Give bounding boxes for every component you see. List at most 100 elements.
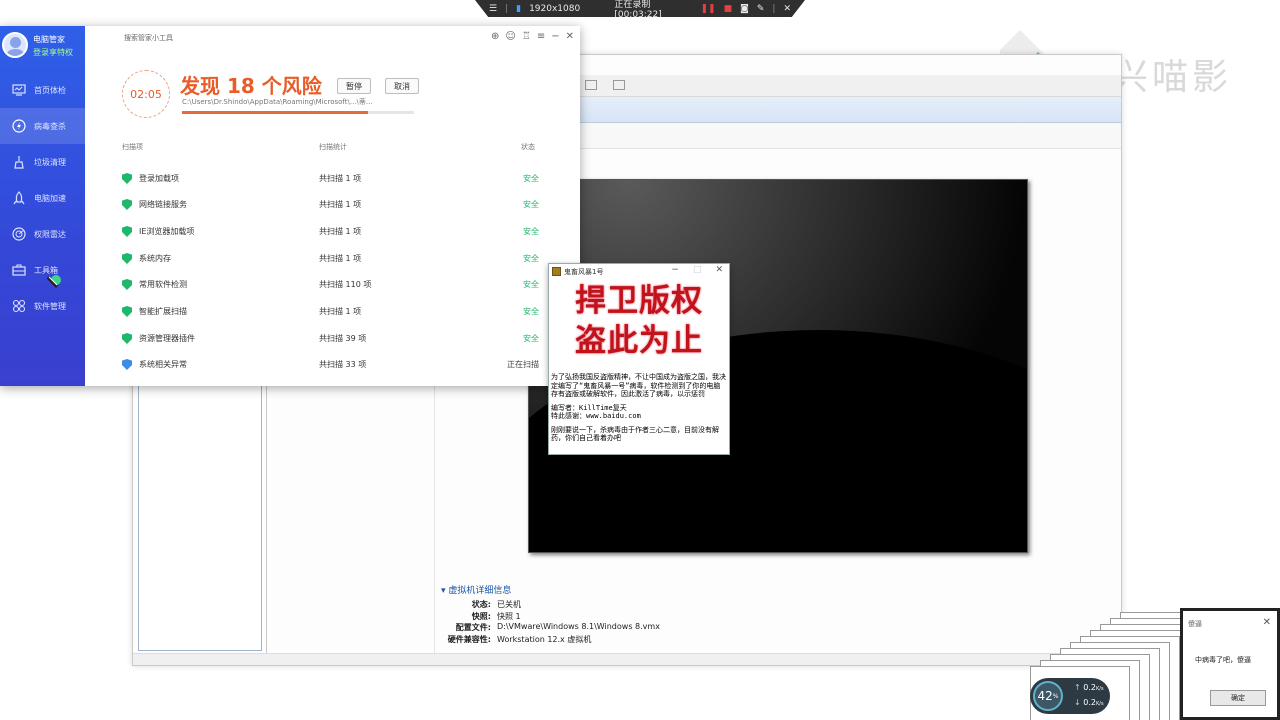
- table-row: 智能扩展扫描 共扫描 1 项 安全: [122, 297, 542, 323]
- shield-check-icon: [122, 173, 132, 184]
- shield-check-icon: [122, 279, 132, 290]
- avatar[interactable]: [2, 32, 28, 58]
- table-row: IE浏览器加载项 共扫描 1 项 安全: [122, 217, 542, 243]
- login-link[interactable]: 登录享特权: [33, 47, 73, 58]
- alert-title: 傻逼: [1188, 620, 1202, 628]
- menu-icon[interactable]: ≡: [537, 31, 545, 42]
- maximize-icon[interactable]: □: [693, 265, 702, 275]
- sidebar-item-virus-scan[interactable]: 病毒查杀: [0, 108, 85, 144]
- app-icon: [552, 267, 561, 276]
- risk-title: 发现 18 个风险: [180, 74, 322, 98]
- sidebar-item-cleanup[interactable]: 垃圾清理: [0, 144, 85, 180]
- close-icon[interactable]: ✕: [566, 31, 574, 42]
- radar-icon: [12, 227, 26, 241]
- virus-popup-window: 鬼畜风暴1号 − □ ✕ 捍卫版权 盗此为止 为了弘扬我国反盗版精神，不让中国成…: [548, 263, 730, 455]
- virus-text-3: 特此感谢：www.baidu.com: [551, 412, 641, 420]
- stop-icon[interactable]: ■: [724, 4, 733, 14]
- table-row: 网络链接服务 共扫描 1 项 安全: [122, 190, 542, 216]
- shirt-icon[interactable]: ♖: [522, 31, 531, 42]
- column-header-status: 状态: [521, 143, 535, 151]
- scan-progress-bar: [182, 111, 414, 114]
- scan-path: C:\Users\Dr.Shindo\AppData\Roaming\Micro…: [182, 98, 373, 106]
- monitor-icon: [12, 84, 26, 96]
- close-icon[interactable]: ✕: [715, 265, 723, 275]
- scan-progress-fill: [182, 111, 368, 114]
- virus-text-4: 刚刚要说一下，杀病毒由于作者三心二意，目前没有解药，你们自己看着办吧: [551, 425, 719, 443]
- lightning-icon: [12, 119, 26, 133]
- network-speed-widget[interactable]: 42% ↑ 0.2K/s ↓ 0.2K/s: [1030, 678, 1110, 714]
- leaf-icon[interactable]: ⊕: [491, 31, 499, 42]
- shield-check-icon: [122, 199, 132, 210]
- scan-timer: 02:05: [122, 70, 170, 118]
- cancel-button[interactable]: 取消: [385, 78, 419, 94]
- virus-window-controls: − □ ✕: [671, 265, 723, 275]
- sidebar-item-label: 首页体检: [34, 85, 66, 95]
- vm-details-title[interactable]: ▾ 虚拟机详细信息: [441, 583, 660, 596]
- menu-icon[interactable]: ☰: [489, 4, 497, 14]
- memory-usage: 42%: [1033, 681, 1063, 711]
- virus-title: 鬼畜风暴1号: [564, 267, 604, 276]
- virus-titlebar[interactable]: 鬼畜风暴1号 − □ ✕: [549, 264, 729, 279]
- shield-check-icon: [122, 226, 132, 237]
- banner-line-2: 盗此为止: [575, 323, 703, 359]
- sidebar-item-label: 软件管理: [34, 301, 66, 311]
- user-panel[interactable]: 电脑管家 登录享特权: [0, 26, 85, 66]
- shield-check-icon: [122, 253, 132, 264]
- table-row: 常用软件检测 共扫描 110 项 安全: [122, 270, 542, 296]
- pc-manager-window: 电脑管家 登录享特权 首页体检 病毒查杀 垃圾清理 电脑加速 权限雷达 工具箱 …: [0, 26, 580, 386]
- sidebar-item-label: 权限雷达: [34, 229, 66, 239]
- screen-recorder-bar: ☰ | ▮ 1920x1080 正在录制 [00:03:22] ❚❚ ■ ◙ ✎…: [475, 0, 805, 17]
- virus-text-1: 为了弘扬我国反盗版精神，不让中国成为盗版之国，我决定编写了“鬼畜风暴一号”病毒，…: [551, 373, 726, 398]
- snapshot-icon[interactable]: [585, 80, 597, 90]
- close-icon[interactable]: ✕: [1263, 617, 1271, 628]
- camera-icon[interactable]: ◙: [740, 4, 749, 14]
- table-row: 登录加载项 共扫描 1 项 安全: [122, 164, 542, 190]
- close-icon[interactable]: ✕: [783, 4, 791, 14]
- pause-button[interactable]: 暂停: [337, 78, 371, 94]
- table-row: 系统相关异常 共扫描 33 项 正在扫描: [122, 350, 542, 376]
- virus-message: 为了弘扬我国反盗版精神，不让中国成为盗版之国，我决定编写了“鬼畜风暴一号”病毒，…: [551, 373, 726, 443]
- upload-speed: ↑ 0.2K/s: [1074, 683, 1104, 692]
- detail-row-snapshot: 快照: 快照 1: [471, 611, 521, 621]
- banner-line-1: 捍卫版权: [575, 283, 703, 319]
- shield-check-icon: [122, 306, 132, 317]
- minimize-icon[interactable]: −: [671, 265, 679, 275]
- virus-banner: 捍卫版权 盗此为止: [552, 281, 726, 367]
- vm-library-pane[interactable]: [138, 355, 262, 651]
- sidebar-item-checkup[interactable]: 首页体检: [0, 72, 85, 108]
- manager-main: 搜索管家小工具 ⊕ ☺ ♖ ≡ − ✕ 02:05 发现 18 个风险 暂停 取…: [85, 26, 580, 386]
- table-row: 系统内存 共扫描 1 项 安全: [122, 244, 542, 270]
- apps-icon: [12, 299, 26, 313]
- sidebar-item-software[interactable]: 软件管理: [0, 288, 85, 324]
- user-icon[interactable]: ☺: [505, 31, 515, 42]
- shield-scanning-icon: [122, 359, 132, 370]
- recording-resolution: 1920x1080: [529, 3, 581, 14]
- sidebar-item-label: 病毒查杀: [34, 121, 66, 131]
- sidebar-item-label: 垃圾清理: [34, 157, 66, 167]
- broom-icon: [14, 156, 24, 169]
- alert-dialog: 傻逼 ✕ 中病毒了吧，傻逼 确定: [1180, 608, 1280, 720]
- detail-row-config: 配置文件: D:\VMware\Windows 8.1\Windows 8.vmx: [455, 622, 660, 632]
- display-icon: ▮: [516, 3, 522, 14]
- download-speed: ↓ 0.2K/s: [1074, 698, 1104, 707]
- sidebar-item-permission-radar[interactable]: 权限雷达: [0, 216, 85, 252]
- detail-row-state: 状态: 已关机: [471, 600, 521, 609]
- ok-button[interactable]: 确定: [1210, 690, 1266, 706]
- toolbox-icon: [12, 264, 26, 276]
- vm-status-bar: [133, 653, 1121, 665]
- sidebar-item-toolbox[interactable]: 工具箱: [0, 252, 85, 288]
- pause-icon[interactable]: ❚❚: [701, 4, 716, 14]
- window-controls: ⊕ ☺ ♖ ≡ − ✕: [491, 31, 574, 42]
- table-row: 资源管理器插件 共扫描 39 项 安全: [122, 324, 542, 350]
- pen-icon[interactable]: ✎: [757, 4, 765, 14]
- alert-message: 中病毒了吧，傻逼: [1195, 656, 1251, 664]
- minimize-icon[interactable]: −: [551, 31, 559, 42]
- sidebar-item-speedup[interactable]: 电脑加速: [0, 180, 85, 216]
- user-name: 电脑管家: [33, 35, 65, 44]
- desktop: 万兴喵影 ▾ 虚拟机详细信息 状态: 已关机 快照: 快照 1 配置文件: D:\VM…: [0, 0, 1280, 720]
- window-title: 搜索管家小工具: [124, 34, 173, 42]
- sidebar-item-label: 电脑加速: [34, 193, 66, 203]
- fullscreen-icon[interactable]: [613, 80, 625, 90]
- virus-text-2: 编写者：KillTime复天: [551, 403, 627, 412]
- rocket-icon: [13, 191, 25, 205]
